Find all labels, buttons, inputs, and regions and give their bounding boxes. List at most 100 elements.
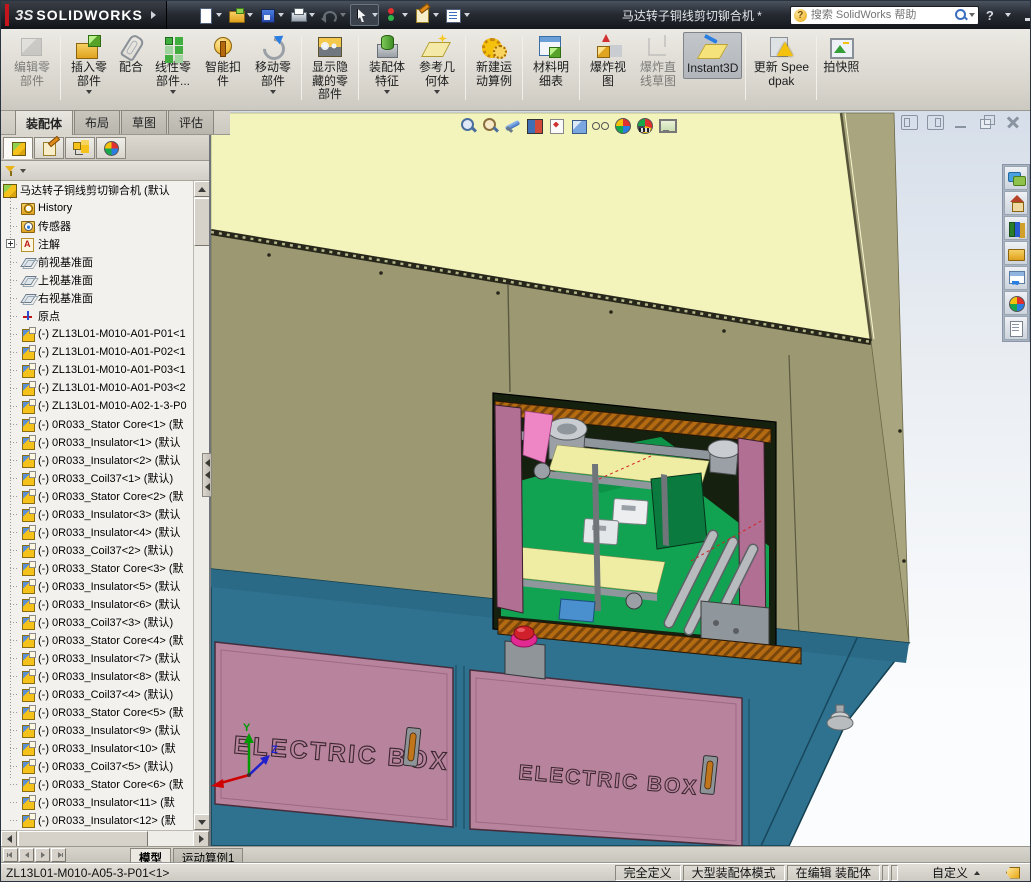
view-orientation-button[interactable]: [547, 116, 566, 135]
propertymanager-tab[interactable]: [34, 137, 64, 159]
ribbon-button[interactable]: Instant3D: [683, 32, 742, 79]
new-document-button[interactable]: [195, 4, 224, 26]
tree-item[interactable]: (-) ZL13L01-M010-A01-P03<2: [1, 379, 193, 397]
tree-item[interactable]: (-) 0R033_Insulator<5> (默认: [1, 577, 193, 595]
tree-item[interactable]: (-) 0R033_Insulator<2> (默认: [1, 451, 193, 469]
dropdown-arrow-icon[interactable]: [464, 13, 470, 17]
ribbon-button[interactable]: [576, 32, 583, 104]
save-button[interactable]: [257, 4, 286, 26]
featuremanager-tab[interactable]: [3, 137, 33, 159]
tree-item[interactable]: 原点: [1, 307, 193, 325]
dropdown-arrow-icon[interactable]: [372, 13, 378, 17]
display-style-button[interactable]: [569, 116, 588, 135]
ribbon-button[interactable]: 材料明细表: [526, 32, 576, 90]
tree-item[interactable]: (-) ZL13L01-M010-A02-1-3-P0: [1, 397, 193, 415]
ribbon-button[interactable]: [462, 32, 469, 104]
ribbon-button[interactable]: [742, 32, 749, 104]
doc-restore-button[interactable]: [979, 115, 996, 130]
tree-item[interactable]: (-) 0R033_Insulator<3> (默认: [1, 505, 193, 523]
ribbon-button[interactable]: 装配体特征: [362, 32, 412, 96]
scroll-right-button[interactable]: [193, 831, 209, 847]
search-input[interactable]: [811, 9, 953, 21]
print-button[interactable]: [288, 4, 317, 26]
ribbon-button[interactable]: 线性零部件...: [148, 32, 198, 96]
next-tab-button[interactable]: [35, 848, 50, 862]
tree-item[interactable]: (-) 0R033_Stator Core<1> (默: [1, 415, 193, 433]
solidworks-forum-button[interactable]: [1004, 166, 1028, 190]
tree-item[interactable]: (-) 0R033_Insulator<8> (默认: [1, 667, 193, 685]
filter-dropdown-icon[interactable]: [20, 169, 26, 173]
horizontal-scroll-thumb[interactable]: [18, 831, 148, 847]
interference-stoplight-button[interactable]: [381, 4, 410, 26]
ribbon-dropdown-arrow-icon[interactable]: [434, 90, 440, 94]
tree-item[interactable]: (-) 0R033_Insulator<6> (默认: [1, 595, 193, 613]
tree-item[interactable]: (-) 0R033_Stator Core<3> (默: [1, 559, 193, 577]
electric-box-door-right[interactable]: [470, 670, 742, 846]
tree-item[interactable]: History: [1, 199, 193, 217]
ribbon-button[interactable]: 爆炸直线草图: [633, 32, 683, 90]
doc-minimize-button[interactable]: [953, 115, 970, 130]
ribbon-button[interactable]: 参考几何体: [412, 32, 462, 96]
custom-properties-button[interactable]: [1004, 316, 1028, 340]
ribbon-button[interactable]: 移动零部件: [248, 32, 298, 96]
tree-vertical-scrollbar[interactable]: [193, 181, 209, 830]
filter-funnel-icon[interactable]: [5, 165, 17, 177]
tree-item[interactable]: 上视基准面: [1, 271, 193, 289]
configurationmanager-tab[interactable]: [65, 137, 95, 159]
tag-icon[interactable]: [1006, 867, 1020, 879]
hide-show-items-button[interactable]: [591, 116, 610, 135]
command-tab[interactable]: 评估: [168, 110, 214, 134]
tree-item[interactable]: (-) 0R033_Insulator<7> (默认: [1, 649, 193, 667]
blue-block[interactable]: [559, 599, 595, 622]
ribbon-button[interactable]: [57, 32, 64, 104]
open-document-button[interactable]: [226, 4, 255, 26]
zoom-to-area-button[interactable]: [481, 116, 500, 135]
ribbon-button[interactable]: [355, 32, 362, 104]
dropdown-arrow-icon[interactable]: [433, 13, 439, 17]
scroll-down-button[interactable]: [194, 814, 209, 830]
left-pink-column[interactable]: [495, 405, 523, 613]
dropdown-arrow-icon[interactable]: [309, 13, 315, 17]
tree-item[interactable]: 右视基准面: [1, 289, 193, 307]
tree-item[interactable]: (-) 0R033_Stator Core<5> (默: [1, 703, 193, 721]
dropdown-arrow-icon[interactable]: [247, 13, 253, 17]
search-dropdown-icon[interactable]: [969, 13, 975, 17]
ribbon-button[interactable]: 编辑零部件: [7, 32, 57, 90]
ribbon-dropdown-arrow-icon[interactable]: [270, 90, 276, 94]
first-tab-button[interactable]: [3, 848, 18, 862]
tree-item[interactable]: (-) 0R033_Insulator<1> (默认: [1, 433, 193, 451]
tree-item[interactable]: 前视基准面: [1, 253, 193, 271]
doc-close-button[interactable]: [1005, 115, 1022, 130]
panel-splitter-collapse[interactable]: [202, 453, 212, 497]
tree-root-item[interactable]: 马达转子铜线剪切铆合机 (默认: [1, 181, 193, 199]
command-tab[interactable]: 布局: [74, 110, 120, 134]
undo-button[interactable]: [319, 4, 348, 26]
ribbon-button[interactable]: [519, 32, 526, 104]
tree-item[interactable]: (-) 0R033_Coil37<1> (默认): [1, 469, 193, 487]
dropdown-arrow-icon[interactable]: [216, 13, 222, 17]
design-library-button[interactable]: [1004, 216, 1028, 240]
dropdown-arrow-icon[interactable]: [278, 13, 284, 17]
ribbon-dropdown-arrow-icon[interactable]: [170, 90, 176, 94]
last-tab-button[interactable]: [51, 848, 66, 862]
displaymanager-tab[interactable]: [96, 137, 126, 159]
ribbon-button[interactable]: [298, 32, 305, 104]
command-tab[interactable]: 草图: [121, 110, 167, 134]
ribbon-button[interactable]: 更新 Speedpak: [749, 32, 813, 90]
doc-pane-left-button[interactable]: [901, 115, 918, 130]
ribbon-button[interactable]: 爆炸视图: [583, 32, 633, 90]
menu-expand-icon[interactable]: [151, 11, 156, 19]
solidworks-resources-button[interactable]: [1004, 191, 1028, 215]
apply-scene-button[interactable]: [635, 116, 654, 135]
tree-item[interactable]: (-) 0R033_Insulator<10> (默: [1, 739, 193, 757]
tree-item[interactable]: (-) 0R033_Coil37<2> (默认): [1, 541, 193, 559]
green-panel-slab[interactable]: [651, 473, 707, 549]
ribbon-button[interactable]: 显示隐藏的零部件: [305, 32, 355, 104]
document-mode-tab[interactable]: 模型: [130, 848, 171, 863]
doc-pane-right-button[interactable]: [927, 115, 944, 130]
document-mode-tab[interactable]: 运动算例1: [173, 848, 243, 863]
appearances-scenes-button[interactable]: [1004, 291, 1028, 315]
select-tool-button[interactable]: [350, 4, 379, 26]
ribbon-button[interactable]: 新建运动算例: [469, 32, 519, 90]
minimize-button[interactable]: [1019, 7, 1031, 23]
